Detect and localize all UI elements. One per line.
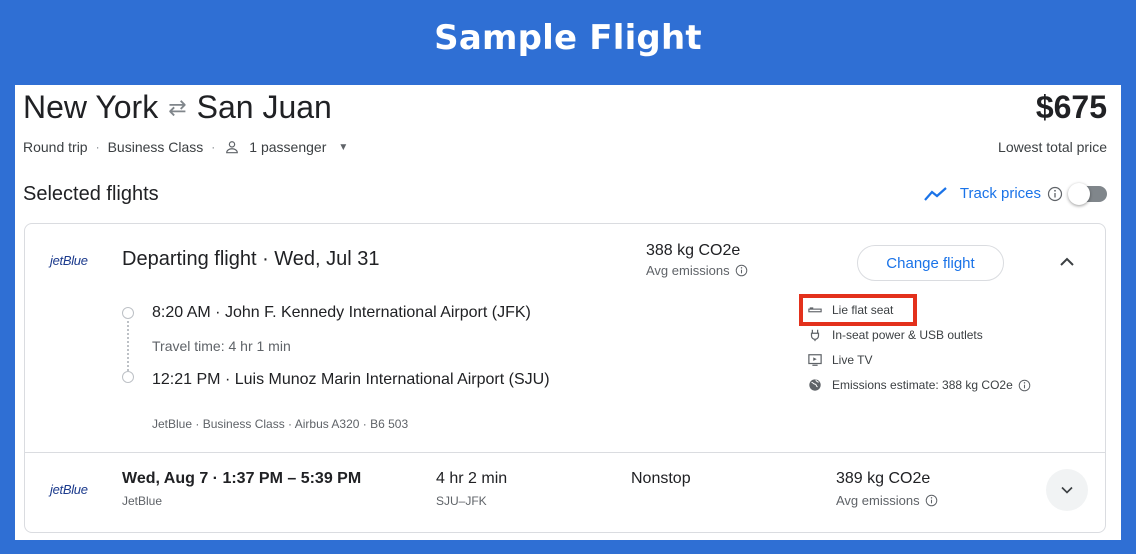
return-emissions: 389 kg CO2e	[836, 470, 931, 487]
departure-airport: John F. Kennedy International Airport (J…	[224, 304, 531, 321]
flights-card: jetBlue Departing flight · Wed, Jul 31 3…	[24, 223, 1106, 533]
power-plug-icon	[810, 329, 820, 342]
cabin-class[interactable]: Business Class	[108, 139, 204, 155]
divider	[25, 452, 1105, 453]
info-icon[interactable]	[735, 264, 748, 277]
return-duration: 4 hr 2 min	[436, 470, 508, 487]
caret-down-icon[interactable]: ▼	[338, 142, 348, 153]
trend-icon	[924, 186, 947, 201]
globe-icon	[809, 379, 821, 391]
price: $675	[1035, 89, 1107, 125]
arrival-time: 12:21 PM	[152, 371, 221, 388]
travel-time: Travel time: 4 hr 1 min	[152, 338, 291, 354]
return-date-time: Wed, Aug 7 · 1:37 PM – 5:39 PM	[122, 470, 362, 487]
amenity-power: In-seat power & USB outlets	[808, 328, 983, 342]
return-stops: Nonstop	[631, 470, 691, 487]
info-icon[interactable]	[1047, 186, 1063, 202]
lowest-price-label: Lowest total price	[998, 139, 1107, 155]
route-title: New York ⇄ San Juan	[23, 89, 332, 126]
arrival-row: 12:21 PM · Luis Munoz Marin Internationa…	[152, 371, 550, 388]
banner-title: Sample Flight	[434, 18, 702, 58]
expand-return-flight-button[interactable]	[1046, 469, 1088, 511]
toggle-knob	[1068, 182, 1090, 205]
live-tv-icon	[808, 354, 822, 366]
return-airline: JetBlue	[122, 494, 163, 508]
info-icon[interactable]	[1018, 379, 1031, 392]
arrival-airport: Luis Munoz Marin International Airport (…	[234, 371, 550, 388]
chevron-up-icon[interactable]	[1055, 250, 1079, 274]
track-prices-toggle[interactable]	[1068, 182, 1107, 205]
flight-panel: New York ⇄ San Juan $675 Round trip · Bu…	[15, 85, 1121, 540]
timeline-line	[127, 321, 129, 371]
jetblue-logo: jetBlue	[50, 253, 88, 268]
departure-dot	[122, 307, 134, 319]
passenger-count[interactable]: 1 passenger	[249, 139, 326, 155]
emissions-label: Avg emissions	[836, 493, 920, 508]
round-trip-arrows-icon: ⇄	[168, 94, 187, 120]
amenity-live-tv: Live TV	[808, 353, 872, 367]
arrival-dot	[122, 371, 134, 383]
origin-city: New York	[23, 89, 159, 125]
change-flight-button[interactable]: Change flight	[857, 245, 1004, 281]
selected-flights-heading: Selected flights	[23, 183, 159, 205]
flight-timeline	[121, 307, 135, 385]
lie-flat-seat-highlight-box	[799, 294, 917, 326]
track-prices-label[interactable]: Track prices	[960, 185, 1041, 202]
emissions-value: 388 kg CO2e	[646, 242, 741, 259]
return-route: SJU–JFK	[436, 494, 487, 508]
jetblue-logo: jetBlue	[50, 482, 88, 497]
amenity-emissions: Emissions estimate: 388 kg CO2e	[808, 378, 1041, 392]
departing-flight-heading: Departing flight · Wed, Jul 31	[122, 248, 380, 270]
flight-details: JetBlue · Business Class · Airbus A320 ·…	[152, 417, 409, 431]
info-icon[interactable]	[925, 494, 938, 507]
trip-meta: Round trip · Business Class · 1 passenge…	[23, 139, 349, 155]
track-prices[interactable]: Track prices	[924, 182, 1107, 205]
trip-type[interactable]: Round trip	[23, 139, 88, 155]
emissions-label: Avg emissions	[646, 263, 730, 278]
departing-emissions: 388 kg CO2e Avg emissions	[646, 242, 748, 278]
destination-city: San Juan	[196, 89, 332, 125]
chevron-down-icon	[1061, 486, 1073, 494]
departure-time: 8:20 AM	[152, 304, 211, 321]
person-icon	[226, 141, 239, 154]
departure-row: 8:20 AM · John F. Kennedy International …	[152, 304, 531, 321]
return-emissions-label-row: Avg emissions	[836, 493, 938, 508]
